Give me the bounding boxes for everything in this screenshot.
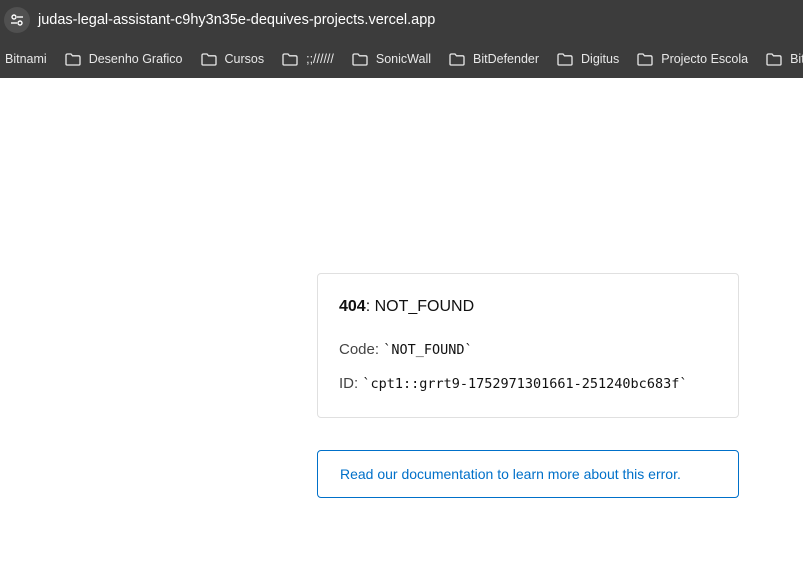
folder-icon bbox=[352, 52, 368, 66]
bookmark-sonicwall[interactable]: SonicWall bbox=[352, 52, 431, 66]
error-status: 404 bbox=[339, 298, 366, 315]
bookmark-bitdefender[interactable]: BitDefender bbox=[449, 52, 539, 66]
tune-icon bbox=[11, 14, 23, 26]
folder-icon bbox=[449, 52, 465, 66]
error-id-line: ID: `cpt1::grrt9-1752971301661-251240bc6… bbox=[339, 375, 687, 392]
bookmark-projecto-escola[interactable]: Projecto Escola bbox=[637, 52, 748, 66]
folder-icon bbox=[766, 52, 782, 66]
bookmark-label: ;;////// bbox=[306, 52, 334, 66]
bookmark-label: Digitus bbox=[581, 52, 620, 66]
bookmark-label: Cursos bbox=[224, 52, 265, 66]
bookmarks-bar: Bitnami Desenho Grafico Cursos ;;////// … bbox=[0, 40, 803, 78]
bookmark-label: Desenho Grafico bbox=[88, 52, 183, 66]
error-id-value: `cpt1::grrt9-1752971301661-251240bc683f` bbox=[362, 376, 688, 392]
bookmark-desenho-grafico[interactable]: Desenho Grafico bbox=[65, 52, 183, 66]
error-code-line: Code: `NOT_FOUND` bbox=[339, 341, 473, 358]
folder-icon bbox=[200, 52, 217, 66]
error-code-value: `NOT_FOUND` bbox=[383, 342, 473, 358]
bookmark-label: Bitnami bbox=[5, 52, 47, 66]
bookmark-slashes[interactable]: ;;////// bbox=[282, 52, 334, 66]
bookmark-label: BitDefender bbox=[473, 52, 540, 66]
site-info-button[interactable] bbox=[4, 7, 30, 33]
bookmark-cursos[interactable]: Cursos bbox=[200, 52, 265, 66]
bookmark-digitus[interactable]: Digitus bbox=[557, 52, 619, 66]
bookmark-label: BitCoi bbox=[790, 52, 803, 66]
bookmark-label: Projecto Escola bbox=[661, 52, 749, 66]
error-id-label: ID: bbox=[339, 375, 363, 392]
documentation-link[interactable]: Read our documentation to learn more abo… bbox=[340, 466, 681, 482]
bookmark-label: SonicWall bbox=[375, 52, 431, 66]
bookmark-bitcoin[interactable]: BitCoi bbox=[766, 52, 803, 66]
url-text[interactable]: judas-legal-assistant-c9hy3n35e-dequives… bbox=[38, 12, 435, 28]
folder-icon bbox=[65, 52, 81, 66]
bookmark-bitnami[interactable]: Bitnami bbox=[5, 52, 47, 66]
error-message: : NOT_FOUND bbox=[365, 298, 475, 315]
documentation-box: Read our documentation to learn more abo… bbox=[317, 450, 739, 498]
error-card: 404: NOT_FOUND Code: `NOT_FOUND` ID: `cp… bbox=[317, 273, 739, 418]
error-code-label: Code: bbox=[339, 341, 384, 358]
error-title: 404: NOT_FOUND bbox=[339, 298, 474, 316]
folder-icon bbox=[282, 52, 298, 66]
address-bar: judas-legal-assistant-c9hy3n35e-dequives… bbox=[0, 0, 803, 40]
folder-icon bbox=[637, 52, 653, 66]
folder-icon bbox=[557, 52, 573, 66]
